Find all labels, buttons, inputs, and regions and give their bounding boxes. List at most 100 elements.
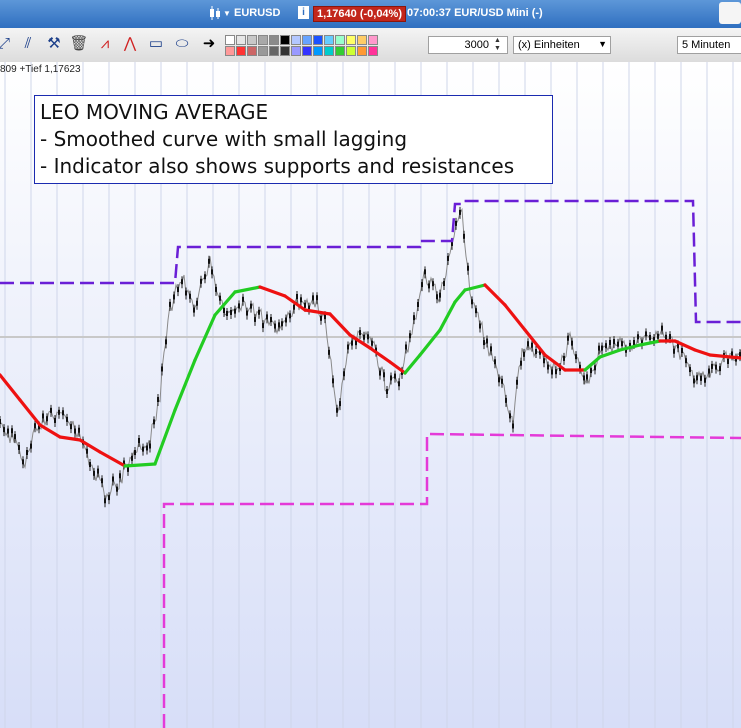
trend-icon[interactable]: ⩘: [95, 34, 115, 54]
instrument-dropdown[interactable]: ▼ EURUSD: [211, 7, 280, 19]
color-swatch[interactable]: [269, 46, 279, 56]
candle-body: [215, 286, 217, 292]
color-swatch[interactable]: [357, 46, 367, 56]
candle-body: [486, 338, 488, 344]
candle-body: [575, 354, 577, 360]
candle-body: [621, 341, 623, 347]
color-swatch[interactable]: [291, 35, 301, 45]
window-control-button[interactable]: [719, 2, 741, 24]
color-swatch[interactable]: [368, 46, 378, 56]
color-swatch[interactable]: [269, 35, 279, 45]
candle-body: [278, 322, 280, 328]
candle-body: [149, 443, 151, 449]
color-swatch[interactable]: [247, 35, 257, 45]
arrow-icon[interactable]: ➜: [199, 34, 219, 54]
candle-body: [119, 473, 121, 479]
candle-body: [78, 427, 80, 433]
color-swatch[interactable]: [324, 46, 334, 56]
color-swatch[interactable]: [313, 35, 323, 45]
ellipse-icon[interactable]: ⬭: [172, 34, 192, 54]
unit-select-value: (x) Einheiten: [518, 39, 580, 51]
candle-body: [30, 443, 32, 449]
color-swatch[interactable]: [335, 35, 345, 45]
line-tool-icon[interactable]: ⫽: [18, 34, 38, 54]
color-swatch[interactable]: [335, 46, 345, 56]
candle-body: [543, 358, 545, 364]
candle-body: [475, 308, 477, 314]
moving-average-segment: [453, 288, 467, 304]
color-swatch[interactable]: [258, 35, 268, 45]
candle-body: [436, 294, 438, 300]
resistance-line: [0, 199, 741, 324]
color-swatch[interactable]: [346, 35, 356, 45]
candle-body: [696, 375, 698, 381]
candle-body: [719, 366, 721, 372]
candle-body: [266, 314, 268, 320]
candle-body: [424, 269, 426, 275]
candle-body: [661, 325, 663, 331]
color-swatch[interactable]: [247, 46, 257, 56]
color-swatch[interactable]: [324, 35, 334, 45]
candle-body: [467, 265, 469, 271]
candle-body: [127, 466, 129, 472]
candle-body: [501, 378, 503, 384]
chart-info-label: 809 +Tief 1,17623: [0, 64, 81, 75]
annotation-line: - Smoothed curve with small lagging: [40, 127, 408, 151]
candle-body: [531, 342, 533, 348]
info-icon[interactable]: i: [298, 6, 309, 19]
cursor-icon[interactable]: ⤢: [0, 34, 14, 54]
candle-body: [386, 388, 388, 394]
timeframe-select-value: 5 Minuten: [682, 39, 731, 51]
candle-body: [601, 345, 603, 351]
candle-body: [494, 359, 496, 365]
candle-body: [204, 274, 206, 280]
moving-average-segment: [258, 285, 287, 298]
hammer-icon[interactable]: ⚒: [44, 34, 64, 54]
color-swatch[interactable]: [291, 46, 301, 56]
annotation-line: - Indicator also shows supports and resi…: [40, 154, 515, 178]
candle-body: [704, 377, 706, 383]
rectangle-icon[interactable]: ▭: [146, 34, 166, 54]
fan-icon[interactable]: ⋀: [120, 34, 140, 54]
candle-body: [246, 310, 248, 316]
annotation-title: LEO MOVING AVERAGE: [40, 100, 269, 124]
candle-body: [62, 410, 64, 416]
candle-body: [54, 417, 56, 423]
moving-average-segment: [123, 462, 157, 468]
candle-body: [598, 345, 600, 351]
color-swatch[interactable]: [280, 46, 290, 56]
candle-body: [586, 374, 588, 380]
timeframe-select[interactable]: 5 Minuten: [677, 36, 741, 54]
candle-body: [270, 317, 272, 323]
color-swatch[interactable]: [357, 35, 367, 45]
candle-body: [505, 397, 507, 403]
unit-select[interactable]: (x) Einheiten ▼: [513, 36, 611, 54]
color-swatch[interactable]: [302, 46, 312, 56]
color-swatch[interactable]: [280, 35, 290, 45]
color-swatch[interactable]: [236, 35, 246, 45]
candle-body: [363, 334, 365, 340]
color-swatch[interactable]: [225, 35, 235, 45]
candle-body: [142, 446, 144, 452]
candle-body: [351, 340, 353, 346]
color-swatch[interactable]: [302, 35, 312, 45]
color-swatch[interactable]: [368, 35, 378, 45]
color-swatch[interactable]: [225, 46, 235, 56]
candle-body: [196, 300, 198, 306]
candle-body: [274, 323, 276, 329]
candle-body: [432, 281, 434, 287]
candle-body: [681, 348, 683, 354]
annotation-box[interactable]: LEO MOVING AVERAGE - Smoothed curve with…: [34, 95, 553, 184]
candle-body: [11, 428, 13, 434]
candle-body: [509, 413, 511, 419]
color-swatch[interactable]: [236, 46, 246, 56]
trash-icon[interactable]: 🗑: [69, 34, 89, 54]
color-swatch[interactable]: [258, 46, 268, 56]
color-swatch[interactable]: [346, 46, 356, 56]
color-swatch[interactable]: [313, 46, 323, 56]
candle-body: [405, 344, 407, 350]
quantity-stepper[interactable]: ▲ ▼: [494, 37, 501, 53]
candle-body: [673, 348, 675, 354]
candle-body: [455, 220, 457, 226]
candle-body: [339, 401, 341, 407]
